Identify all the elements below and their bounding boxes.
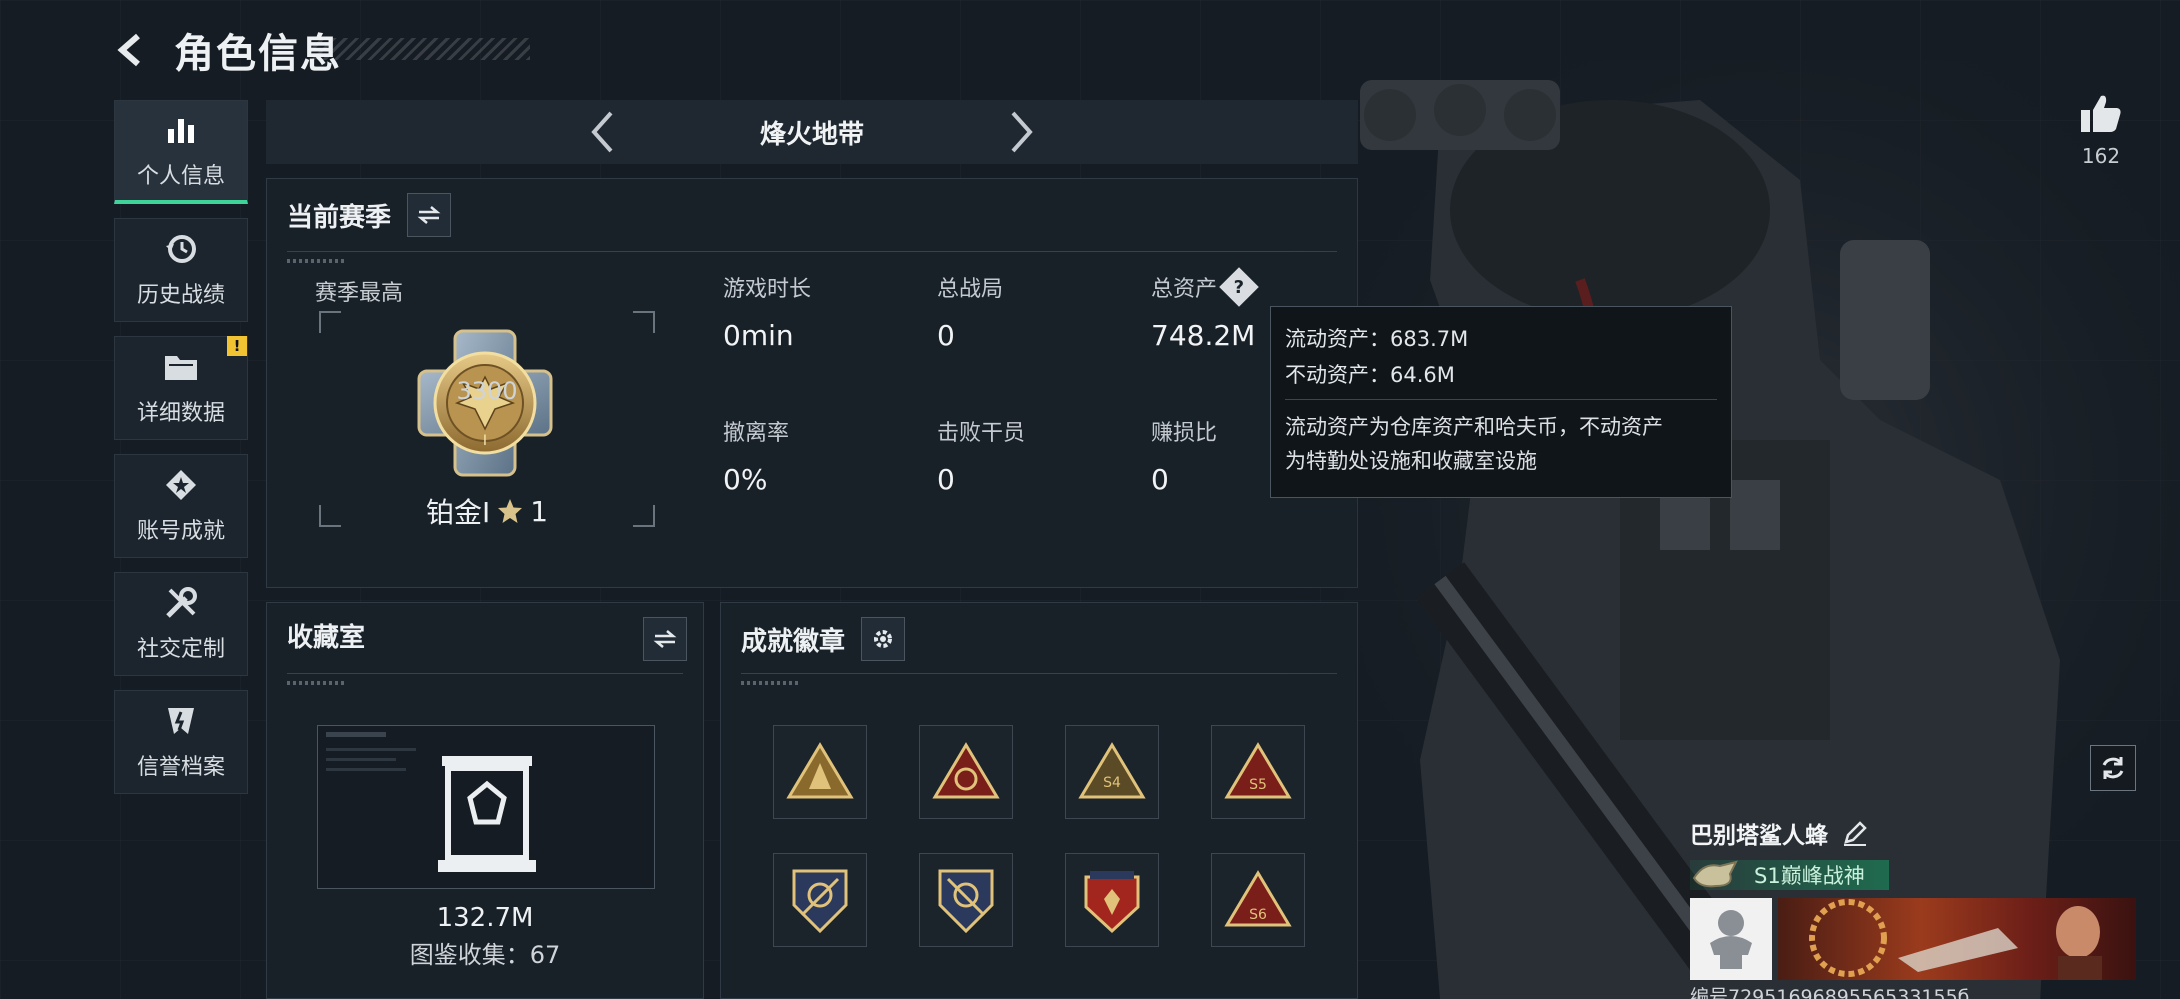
next-arrow-icon[interactable] (1002, 108, 1042, 156)
collection-preview[interactable] (317, 725, 655, 889)
achievement-settings-button[interactable] (861, 617, 906, 661)
svg-text:I: I (483, 433, 487, 449)
nav-item-history[interactable]: 历史战绩 (114, 218, 248, 322)
achievement-badges-panel: 成就徽章 S4 S5 S6 (720, 602, 1358, 999)
nav-item-social-custom[interactable]: 社交定制 (114, 572, 248, 676)
stat-play-time: 游戏时长 0min (723, 277, 812, 352)
svg-text:S4: S4 (1103, 775, 1121, 791)
display-case-icon (438, 756, 536, 872)
assets-tooltip: 流动资产：683.7M 不动资产：64.6M 流动资产为仓库资产和哈夫币，不动资… (1270, 306, 1732, 498)
gear-icon (874, 630, 893, 648)
stat-operators-defeated: 击败干员 0 (937, 421, 1026, 496)
star-icon (498, 499, 523, 523)
medal-icon[interactable] (919, 853, 1013, 947)
decoration (287, 259, 347, 263)
warning-badge: ! (227, 336, 247, 356)
back-arrow-icon[interactable] (110, 28, 154, 72)
player-id: 编号7295169689556533155б (1690, 986, 1970, 999)
nav-label: 个人信息 (136, 163, 225, 189)
wrench-icon (163, 585, 199, 621)
fixed-assets: 不动资产：64.6M (1285, 363, 1455, 387)
rank-display: I 铂金Ⅰ 1 (319, 311, 655, 529)
rank-name-row: 铂金Ⅰ 1 (319, 491, 655, 531)
previous-arrow-icon[interactable] (582, 108, 622, 156)
title-decoration (310, 38, 530, 60)
medal-icon[interactable] (773, 853, 867, 947)
liquid-assets: 流动资产：683.7M (1285, 327, 1469, 351)
achievement-icon (163, 467, 199, 503)
svg-text:S5: S5 (1249, 777, 1267, 793)
nav-label: 历史战绩 (136, 283, 225, 308)
refresh-icon (2102, 757, 2124, 779)
title-emblem-icon (1692, 860, 1738, 888)
stat-total-assets: 总资产 ? 748.2M (1151, 267, 1259, 352)
swap-icon (653, 630, 677, 648)
achievement-title: 成就徽章 (741, 626, 846, 657)
switch-season-button[interactable] (407, 193, 452, 237)
history-clock-icon (163, 231, 199, 267)
player-card: 巴别塔鲨人蜂 S1巅峰战神 编号7295169689556533155б (1690, 816, 2140, 999)
svg-text:S6: S6 (1249, 907, 1267, 923)
season-title: 当前赛季 (287, 202, 392, 233)
like-button[interactable]: 162 (2066, 92, 2136, 168)
switch-collection-button[interactable] (643, 617, 687, 661)
tooltip-description-1: 流动资产为仓库资产和哈夫币，不动资产 (1285, 415, 1663, 439)
stat-total-matches: 总战局 0 (937, 277, 1004, 352)
sidebar-nav: 个人信息 历史战绩 ! 详细数据 账号成就 社交定制 信誉档案 (114, 100, 248, 808)
current-season-panel: 当前赛季 赛季最高 I 铂金Ⅰ 1 3300 游戏时长 0min 总战局 0 总… (266, 178, 1358, 588)
nav-label: 信誉档案 (136, 755, 225, 780)
medal-icon[interactable] (1065, 853, 1159, 947)
thumbs-up-icon (2081, 95, 2121, 132)
nav-item-detailed-data[interactable]: ! 详细数据 (114, 336, 248, 440)
game-mode-selector: 烽火地带 (266, 100, 1358, 164)
season-best-label: 赛季最高 (315, 281, 404, 306)
nav-item-achievements[interactable]: 账号成就 (114, 454, 248, 558)
nav-item-personal-info[interactable]: 个人信息 (114, 100, 248, 204)
shield-icon (163, 703, 199, 739)
stat-label: 总资产 (1151, 277, 1218, 302)
game-mode-name: 烽火地带 (759, 119, 864, 150)
divider (287, 251, 1337, 252)
collection-title: 收藏室 (287, 623, 366, 653)
collection-count: 图鉴收集：67 (409, 941, 561, 969)
medal-icon[interactable] (919, 725, 1013, 819)
medal-icon[interactable]: S4 (1065, 725, 1159, 819)
refresh-button[interactable] (2090, 745, 2136, 791)
stat-profit-loss-ratio: 赚损比 0 (1151, 421, 1218, 496)
bar-chart-icon (163, 112, 199, 148)
swap-icon (417, 206, 441, 224)
nav-label: 账号成就 (136, 519, 225, 544)
avatar-figure-icon (1710, 910, 1752, 969)
nav-item-credit-profile[interactable]: 信誉档案 (114, 690, 248, 794)
rank-points: 3300 (456, 377, 518, 405)
nav-label: 详细数据 (136, 401, 225, 426)
like-count: 162 (2081, 144, 2121, 168)
help-icon[interactable]: ? (1219, 267, 1259, 307)
divider (287, 673, 683, 674)
decoration (287, 681, 347, 685)
nav-label: 社交定制 (136, 637, 225, 662)
header: 角色信息 (110, 22, 342, 78)
avatar[interactable] (1690, 898, 1772, 980)
collection-value: 132.7M (436, 903, 534, 933)
folder-icon (163, 349, 199, 385)
page-title: 角色信息 (174, 31, 342, 77)
player-banner[interactable] (1778, 898, 2136, 980)
medal-icon[interactable] (773, 725, 867, 819)
decoration (741, 681, 801, 685)
tooltip-description-2: 为特勤处设施和收藏室设施 (1285, 449, 1537, 473)
rank-name: 铂金Ⅰ (425, 496, 491, 529)
collection-room-panel: 收藏室 132.7M 图鉴收集：67 (266, 602, 704, 999)
rank-stars: 1 (530, 494, 549, 528)
edit-pencil-icon[interactable] (1842, 820, 1868, 846)
divider (741, 673, 1337, 674)
player-name: 巴别塔鲨人蜂 (1690, 823, 1828, 849)
stat-extract-rate: 撤离率 0% (723, 421, 790, 496)
